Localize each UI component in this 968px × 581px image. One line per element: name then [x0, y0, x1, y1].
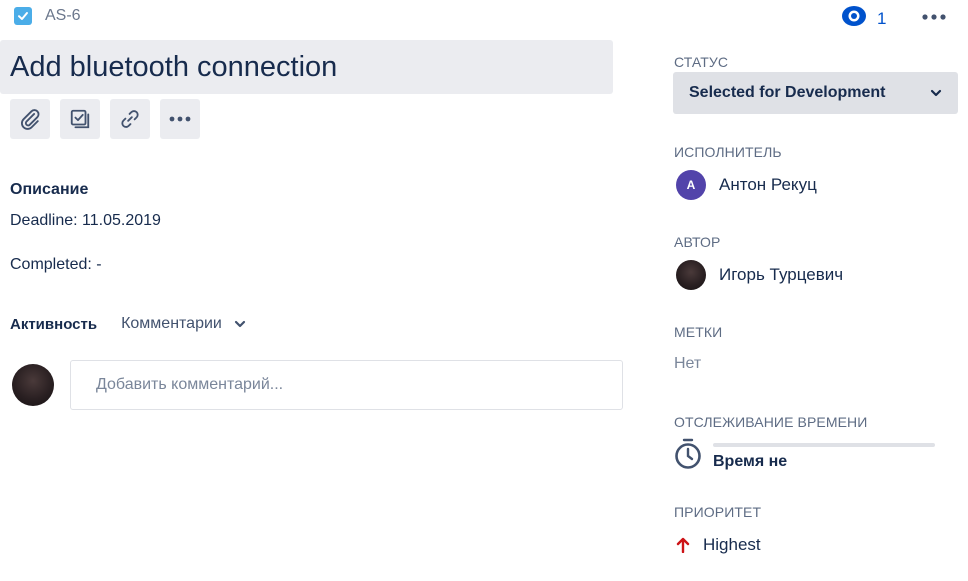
current-user-avatar [12, 364, 54, 406]
status-dropdown[interactable]: Selected for Development [673, 72, 958, 114]
subtask-icon [70, 109, 90, 129]
link-issue-button[interactable] [110, 99, 150, 139]
more-icon [169, 116, 191, 122]
eye-icon [841, 5, 867, 32]
checkbox-task-icon [14, 7, 32, 25]
create-subtask-button[interactable] [60, 99, 100, 139]
activity-label: Активность [10, 315, 98, 333]
issue-key-link[interactable]: AS-6 [45, 7, 81, 25]
time-tracking-label: ОТСЛЕЖИВАНИЕ ВРЕМЕНИ [674, 414, 868, 430]
watch-count: 1 [877, 8, 887, 28]
paperclip-icon [21, 109, 40, 130]
description-heading: Описание [10, 181, 89, 198]
activity-filter-value: Комментарии [121, 315, 222, 332]
time-tracking-field[interactable]: Время не [673, 435, 943, 475]
priority-label: ПРИОРИТЕТ [674, 504, 762, 520]
reporter-avatar [676, 260, 706, 290]
labels-label: МЕТКИ [674, 324, 723, 340]
chevron-down-icon [930, 89, 942, 97]
reporter-name: Игорь Турцевич [719, 265, 844, 284]
watch-button[interactable]: 1 [841, 5, 886, 32]
status-label: СТАТУС [674, 54, 729, 70]
time-tracking-bar [713, 443, 935, 447]
assignee-avatar: A [676, 170, 706, 200]
more-toolbar-button[interactable] [160, 99, 200, 139]
issue-title: Add bluetooth connection [10, 51, 338, 83]
attach-button[interactable] [10, 99, 50, 139]
stopwatch-icon [675, 438, 701, 469]
priority-field[interactable]: Highest [676, 535, 761, 555]
assignee-label: ИСПОЛНИТЕЛЬ [674, 144, 782, 160]
add-comment-input[interactable] [70, 360, 623, 410]
priority-value: Highest [703, 535, 761, 554]
reporter-field[interactable]: Игорь Турцевич [676, 260, 843, 290]
reporter-label: АВТОР [674, 234, 721, 250]
description-line-deadline[interactable]: Deadline: 11.05.2019 [10, 212, 161, 230]
issue-toolbar [10, 99, 200, 139]
more-actions-button[interactable] [918, 6, 950, 28]
issue-title-field[interactable]: Add bluetooth connection [0, 40, 613, 94]
description-line-completed[interactable]: Completed: - [10, 256, 102, 274]
time-tracking-value: Время не [713, 453, 788, 470]
issue-breadcrumb: AS-6 [14, 7, 81, 25]
assignee-field[interactable]: A Антон Рекуц [676, 170, 817, 200]
chevron-down-icon [234, 320, 245, 328]
activity-filter-dropdown[interactable]: Комментарии [121, 315, 246, 333]
status-value: Selected for Development [689, 84, 886, 101]
link-icon [121, 110, 139, 128]
labels-value[interactable]: Нет [674, 355, 701, 373]
more-icon [922, 14, 946, 20]
activity-header: Активность Комментарии [10, 315, 246, 333]
arrow-up-icon [676, 537, 690, 553]
assignee-name: Антон Рекуц [719, 175, 817, 194]
